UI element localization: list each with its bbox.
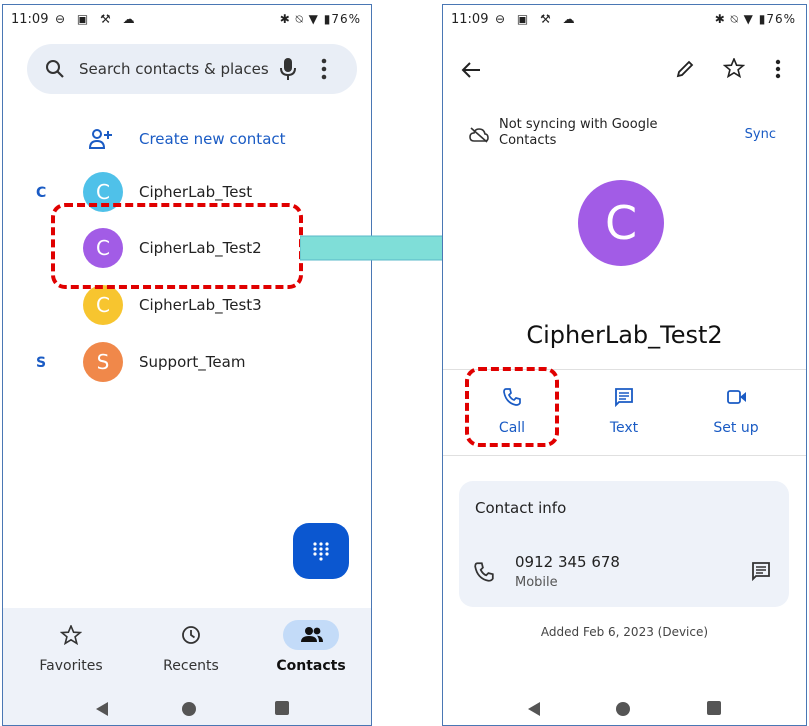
status-left-icons: ⊖ ▣ ⚒ ☁ [495, 12, 579, 26]
status-bar: 11:09 ⊖ ▣ ⚒ ☁ ✱ ⍉ ▼ ▮76% [443, 5, 806, 31]
video-icon [727, 390, 746, 404]
action-label: Text [609, 420, 639, 436]
nav-contacts[interactable]: Contacts [256, 620, 366, 680]
contact-name: Support_Team [139, 353, 246, 371]
phone-number[interactable]: 0912 345 678 [515, 553, 620, 571]
star-icon [60, 625, 82, 645]
sync-status-banner: Not syncing with Google Contacts Sync [443, 115, 806, 155]
contact-row[interactable]: S Support_Team [83, 342, 343, 382]
contact-name: CipherLab_Test [139, 183, 253, 201]
nav-label: Contacts [276, 658, 346, 674]
clock-icon [182, 626, 200, 644]
star-icon[interactable] [723, 58, 745, 78]
video-setup-button[interactable]: Set up [691, 387, 781, 447]
search-icon[interactable] [45, 59, 65, 79]
contact-name: CipherLab_Test3 [139, 296, 262, 314]
home-nav-icon[interactable] [181, 701, 197, 717]
create-new-contact[interactable]: Create new contact [83, 123, 323, 157]
status-right-icons: ✱ ⍉ ▼ ▮76% [279, 12, 361, 26]
mic-icon[interactable] [279, 57, 297, 81]
search-bar[interactable]: Search contacts & places [27, 44, 357, 94]
nav-recents[interactable]: Recents [136, 620, 246, 680]
highlight-annotation [51, 203, 303, 289]
avatar: S [83, 342, 123, 382]
more-vert-icon[interactable] [321, 58, 327, 80]
people-icon [301, 627, 323, 642]
text-button[interactable]: Text [579, 387, 669, 447]
edit-icon[interactable] [675, 59, 695, 79]
phone-icon[interactable] [473, 561, 495, 583]
right-phone-screen: 11:09 ⊖ ▣ ⚒ ☁ ✱ ⍉ ▼ ▮76% Not syncing wit… [442, 4, 807, 726]
added-date: Added Feb 6, 2023 (Device) [540, 625, 709, 639]
status-time: 11:09 [11, 12, 49, 27]
section-letter-c: C [36, 185, 47, 201]
system-navigation-bar [443, 688, 806, 725]
highlight-annotation [465, 367, 559, 447]
back-arrow-icon[interactable] [461, 61, 481, 79]
dialpad-icon [313, 542, 329, 561]
contact-avatar: C [578, 180, 664, 266]
status-left-icons: ⊖ ▣ ⚒ ☁ [55, 12, 139, 26]
action-label: Set up [713, 420, 759, 436]
recents-nav-icon[interactable] [707, 701, 721, 715]
dialpad-button[interactable] [293, 523, 349, 579]
contact-row[interactable]: C CipherLab_Test3 [83, 285, 343, 325]
add-person-icon [89, 129, 112, 149]
sync-button[interactable]: Sync [745, 127, 776, 142]
message-icon[interactable] [751, 561, 771, 581]
bottom-navigation: Favorites Recents Contacts [3, 608, 371, 688]
sync-message: Not syncing with Google Contacts [499, 117, 658, 148]
avatar: C [83, 285, 123, 325]
message-icon [615, 388, 633, 407]
status-time: 11:09 [451, 12, 489, 27]
search-input[interactable]: Search contacts & places [79, 60, 269, 78]
home-nav-icon[interactable] [615, 701, 631, 717]
section-letter-s: S [36, 355, 47, 371]
nav-label: Recents [163, 658, 219, 674]
create-contact-label: Create new contact [139, 130, 286, 148]
status-right-icons: ✱ ⍉ ▼ ▮76% [714, 12, 796, 26]
contact-info-card: Contact info 0912 345 678 Mobile [459, 481, 789, 607]
back-nav-icon[interactable] [95, 701, 109, 717]
system-navigation-bar [3, 688, 371, 725]
contact-info-title: Contact info [475, 499, 567, 517]
back-nav-icon[interactable] [527, 701, 541, 717]
more-vert-icon[interactable] [775, 59, 781, 79]
nav-favorites[interactable]: Favorites [16, 620, 126, 680]
phone-type: Mobile [515, 575, 558, 590]
nav-label: Favorites [39, 658, 103, 674]
divider [443, 455, 806, 456]
left-phone-screen: 11:09 ⊖ ▣ ⚒ ☁ ✱ ⍉ ▼ ▮76% Search contacts… [2, 4, 372, 726]
contact-name-title: CipherLab_Test2 [526, 321, 723, 349]
status-bar: 11:09 ⊖ ▣ ⚒ ☁ ✱ ⍉ ▼ ▮76% [3, 5, 371, 31]
cloud-off-icon [469, 127, 489, 143]
recents-nav-icon[interactable] [275, 701, 289, 715]
